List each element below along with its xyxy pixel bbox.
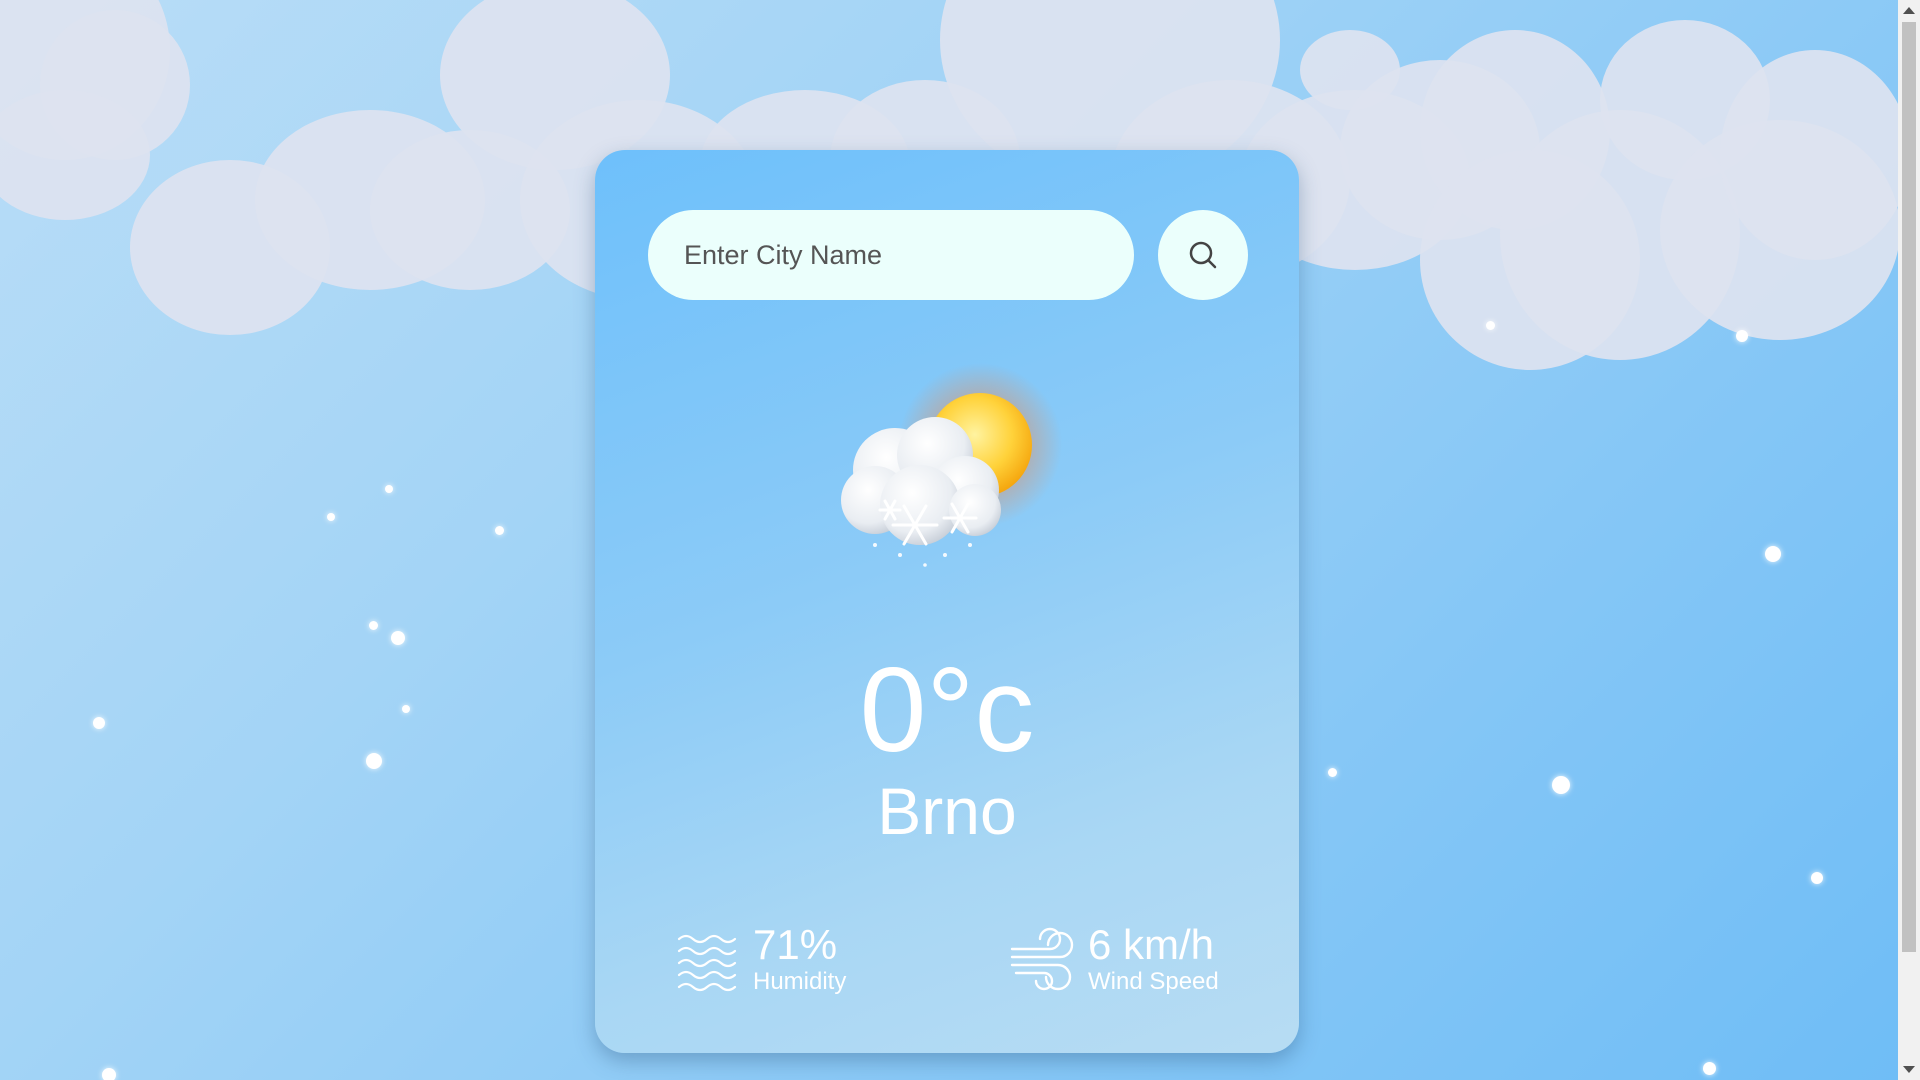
- humidity-text: 71% Humidity: [753, 920, 847, 997]
- wind-label: Wind Speed: [1088, 967, 1219, 995]
- search-icon: [1189, 241, 1217, 269]
- wind-icon: [1010, 927, 1074, 991]
- wind-value: 6 km/h: [1088, 920, 1215, 968]
- snow-sun-cloud-icon: [841, 363, 1062, 567]
- temperature: 0°c: [859, 643, 1035, 777]
- wind-text: 6 km/h Wind Speed: [1088, 920, 1219, 997]
- vertical-scrollbar[interactable]: [1898, 0, 1920, 1080]
- scroll-down-arrow-icon[interactable]: [1903, 1066, 1915, 1073]
- page-background: 0°c Brno 71% Humidity: [0, 0, 1898, 1080]
- search-button[interactable]: [1158, 210, 1248, 300]
- humidity-stat: 71% Humidity: [675, 920, 846, 1000]
- scroll-thumb[interactable]: [1902, 22, 1916, 952]
- wind-stat: 6 km/h Wind Speed: [1010, 920, 1219, 1000]
- weather-card: 0°c Brno 71% Humidity: [595, 150, 1299, 1053]
- search-bar: [648, 210, 1248, 300]
- scroll-up-arrow-icon[interactable]: [1903, 7, 1915, 14]
- city-name: Brno: [877, 774, 1017, 848]
- humidity-label: Humidity: [753, 967, 847, 995]
- humidity-waves-icon: [677, 934, 737, 992]
- humidity-value: 71%: [753, 920, 838, 968]
- search-input[interactable]: [648, 210, 1134, 300]
